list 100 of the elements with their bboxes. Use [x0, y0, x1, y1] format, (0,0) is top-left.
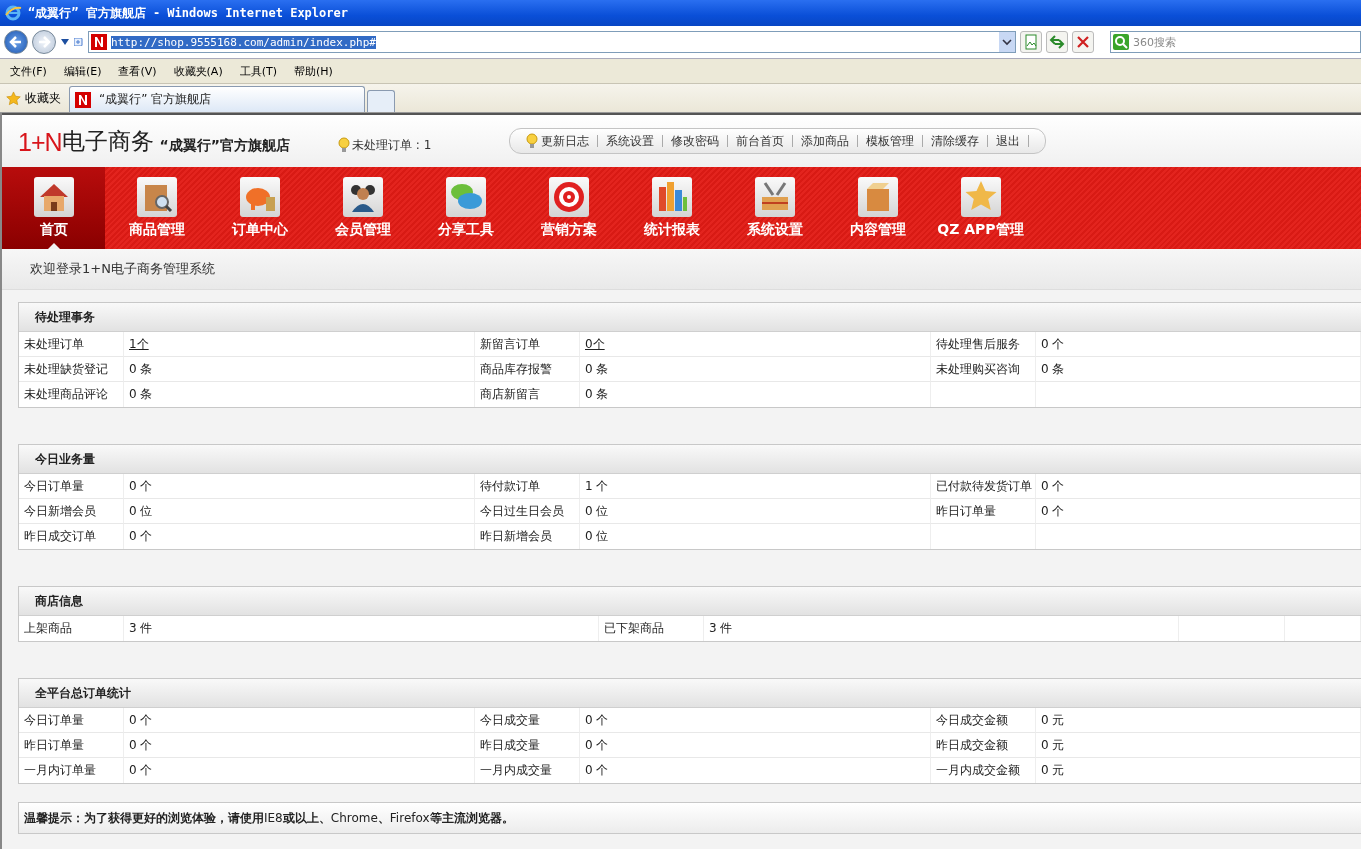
- nav-tab[interactable]: 内容管理: [826, 167, 929, 249]
- welcome-text: 欢迎登录1+N电子商务管理系统: [30, 260, 215, 278]
- field-label: 新留言订单: [475, 332, 580, 357]
- refresh-icon: [1049, 34, 1065, 50]
- field-value: 0 个: [1036, 474, 1361, 499]
- field-label: 今日成交量: [475, 708, 580, 733]
- menu-item[interactable]: 工具(T): [233, 63, 284, 79]
- field-label: 上架商品: [19, 616, 124, 641]
- nav-tab[interactable]: 会员管理: [311, 167, 414, 249]
- field-label: 待处理售后服务: [931, 332, 1036, 357]
- logo-text: 电子商务: [61, 126, 154, 156]
- menu-item[interactable]: 收藏夹(A): [167, 63, 230, 79]
- caret-icon: [1002, 38, 1012, 46]
- field-label: 已下架商品: [599, 616, 704, 641]
- new-tab-button[interactable]: [367, 90, 395, 112]
- bag-icon: [136, 177, 177, 217]
- toolbox-icon: [754, 177, 795, 217]
- field-value: 0 条: [580, 382, 931, 407]
- field-value: 3 件: [704, 616, 1179, 641]
- close-icon: [1075, 34, 1091, 50]
- field-label: 今日成交金额: [931, 708, 1036, 733]
- field-label: 商店新留言: [475, 382, 580, 407]
- value-link[interactable]: 1个: [124, 332, 475, 357]
- nav-tab[interactable]: 首页: [2, 167, 105, 249]
- field-label: 已付款待发货订单: [931, 474, 1036, 499]
- window-title: “成翼行” 官方旗舰店 - Windows Internet Explorer: [28, 4, 348, 22]
- panel-title: 今日业务量: [35, 450, 95, 468]
- address-field[interactable]: http://shop.9555168.com/admin/index.php#: [88, 31, 1016, 53]
- back-button[interactable]: [4, 30, 28, 54]
- top-link[interactable]: 模板管理: [866, 132, 915, 150]
- nav-tab[interactable]: 营销方案: [517, 167, 620, 249]
- field-label: 未处理商品评论: [19, 382, 124, 407]
- site-logo-icon: [75, 91, 91, 108]
- nav-tab[interactable]: QZ APP管理: [929, 167, 1032, 249]
- field-value: 0 个: [580, 758, 931, 783]
- nav-tab[interactable]: 订单中心: [208, 167, 311, 249]
- field-label: 昨日成交金额: [931, 733, 1036, 758]
- value-link[interactable]: 0个: [580, 332, 931, 357]
- box-icon: [857, 177, 898, 217]
- field-value: 0 个: [1036, 332, 1361, 357]
- field-value: 0 个: [124, 474, 475, 499]
- panel-title: 商店信息: [35, 592, 83, 610]
- dropdown-button[interactable]: [999, 32, 1015, 52]
- stop-button[interactable]: [1072, 31, 1094, 53]
- field-label: 一月内成交量: [475, 758, 580, 783]
- nav-tab[interactable]: 商品管理: [105, 167, 208, 249]
- top-link[interactable]: 修改密码: [671, 132, 720, 150]
- field-value: 0 个: [124, 758, 475, 783]
- menu-item[interactable]: 帮助(H): [288, 63, 340, 79]
- caret-icon[interactable]: [60, 38, 70, 46]
- site-logo-icon: [91, 34, 107, 50]
- field-value: 0 位: [580, 524, 931, 549]
- shop-name: “成翼行”官方旗舰店: [159, 137, 290, 155]
- top-link[interactable]: 添加商品: [801, 132, 850, 150]
- light-bulb-icon: [526, 133, 539, 149]
- forward-arrow-icon: [37, 35, 51, 49]
- field-label: 今日过生日会员: [475, 499, 580, 524]
- field-label: 商品库存报警: [475, 357, 580, 382]
- menu-item[interactable]: 编辑(E): [57, 63, 109, 79]
- favorites-button[interactable]: 收藏夹: [0, 85, 69, 111]
- house-icon: [33, 177, 74, 217]
- field-value: 0 元: [1036, 758, 1361, 783]
- back-arrow-icon: [9, 35, 23, 49]
- nav-tab[interactable]: 分享工具: [414, 167, 517, 249]
- top-link[interactable]: 系统设置: [606, 132, 655, 150]
- refresh-button[interactable]: [1046, 31, 1068, 53]
- field-value: 3 件: [124, 616, 599, 641]
- target-icon: [548, 177, 589, 217]
- field-value: 0 位: [580, 499, 931, 524]
- field-label: 昨日订单量: [931, 499, 1036, 524]
- field-value: 0 个: [124, 733, 475, 758]
- top-link[interactable]: 清除缓存: [931, 132, 980, 150]
- search-field[interactable]: 360搜索: [1110, 31, 1361, 53]
- panel-title: 待处理事务: [35, 308, 95, 326]
- menu-item[interactable]: 查看(V): [112, 63, 164, 79]
- compatibility-view-button[interactable]: [1020, 31, 1042, 53]
- field-value: 1 个: [580, 474, 931, 499]
- field-label: 一月内成交金额: [931, 758, 1036, 783]
- bar-chart-icon: [651, 177, 692, 217]
- field-value: 0 个: [124, 708, 475, 733]
- field-label: 昨日订单量: [19, 733, 124, 758]
- field-label: 今日订单量: [19, 708, 124, 733]
- search-icon[interactable]: [1113, 34, 1129, 50]
- field-label: 昨日新增会员: [475, 524, 580, 549]
- field-label: 未处理订单: [19, 332, 124, 357]
- browser-tab[interactable]: “成翼行” 官方旗舰店: [69, 86, 365, 112]
- field-label: 今日新增会员: [19, 499, 124, 524]
- field-value: 0 个: [580, 708, 931, 733]
- nav-tab[interactable]: 系统设置: [723, 167, 826, 249]
- light-bulb-icon: [337, 137, 350, 153]
- top-link[interactable]: 更新日志: [541, 132, 590, 150]
- star-icon: [6, 90, 21, 106]
- field-value: 0 条: [124, 382, 475, 407]
- field-label: 昨日成交订单: [19, 524, 124, 549]
- top-link[interactable]: 前台首页: [736, 132, 785, 150]
- top-link[interactable]: 退出: [996, 132, 1021, 150]
- menu-item[interactable]: 文件(F): [4, 63, 54, 79]
- browser-tip: 温馨提示：为了获得更好的浏览体验，请使用IE8或以上、Chrome、Firefox等主流浏览器。: [24, 809, 514, 827]
- nav-tab[interactable]: 统计报表: [620, 167, 723, 249]
- field-label: 一月内订单量: [19, 758, 124, 783]
